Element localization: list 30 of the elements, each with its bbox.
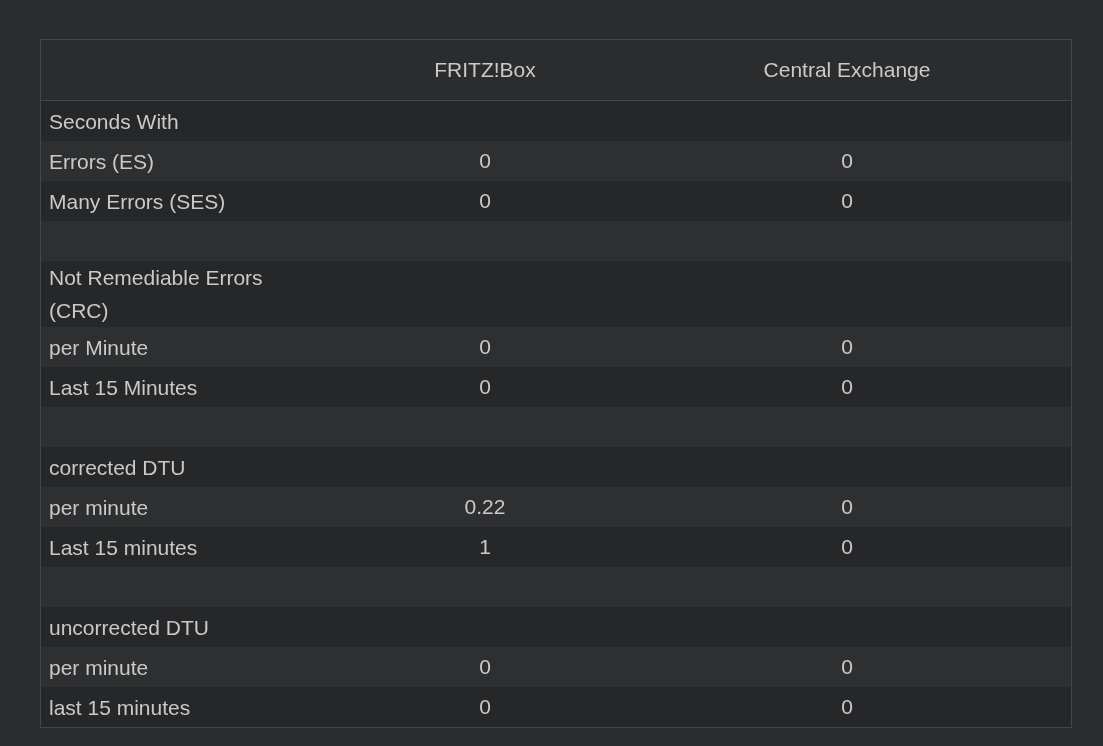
section-heading: Seconds With — [48, 108, 180, 135]
section-heading: uncorrected DTU — [48, 614, 210, 641]
row-label: Last 15 minutes — [48, 534, 199, 561]
row-label: Last 15 Minutes — [48, 374, 199, 401]
row-label: per Minute — [48, 334, 150, 361]
table-cell-text: 0 — [840, 189, 854, 213]
table-cell-text: 0.22 — [463, 495, 507, 519]
table-cell-text: 0 — [840, 655, 854, 679]
row-label: per minute — [48, 654, 150, 681]
column-header: FRITZ!Box — [433, 58, 537, 82]
table-cell-text: 0 — [478, 695, 492, 719]
section-heading: Not Remediable Errors (CRC) — [48, 265, 264, 324]
table-cell-text: 0 — [478, 375, 492, 399]
column-header: Central Exchange — [762, 58, 932, 82]
row-label: Errors (ES) — [48, 148, 155, 175]
table-cell-text: 0 — [840, 335, 854, 359]
table-cell-text: 0 — [840, 149, 854, 173]
row-label: Many Errors (SES) — [48, 188, 227, 215]
table-cell-text: 0 — [478, 189, 492, 213]
table-cell-text: 1 — [478, 535, 492, 559]
table-cell-text: 0 — [478, 149, 492, 173]
table-cell-text: 0 — [840, 375, 854, 399]
table-cell-text: 0 — [840, 495, 854, 519]
table-cell-text: 0 — [840, 535, 854, 559]
table-cell-text: 0 — [840, 695, 854, 719]
row-label: last 15 minutes — [48, 694, 192, 721]
table-cell-text: 0 — [478, 655, 492, 679]
table-cell-text: 0 — [478, 335, 492, 359]
section-heading: corrected DTU — [48, 454, 187, 481]
row-label: per minute — [48, 494, 150, 521]
